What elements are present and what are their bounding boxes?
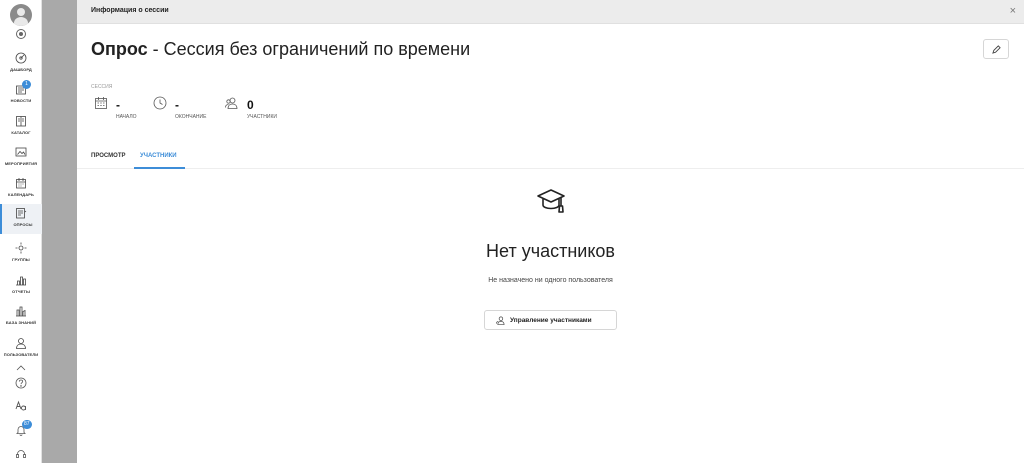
sidebar-item-label: Опросы xyxy=(13,222,33,227)
close-icon[interactable]: × xyxy=(1010,5,1016,17)
sidebar-item-label: Отчеты xyxy=(12,289,30,294)
active-tab-indicator xyxy=(134,167,185,169)
empty-state-title: Нет участников xyxy=(486,241,615,261)
session-section-label: Сессия xyxy=(91,84,113,90)
knowledge-base-icon xyxy=(15,305,27,317)
tab-preview[interactable]: Просмотр xyxy=(91,153,126,159)
translate-icon[interactable] xyxy=(15,400,27,412)
sidebar: Дашборд 1 Новости Каталог Мероприятия Ка… xyxy=(0,0,42,463)
sidebar-item-label: Группы xyxy=(12,257,30,262)
sidebar-item-news[interactable]: 1 Новости xyxy=(0,80,42,110)
panel-title: Информация о сессии xyxy=(91,7,169,14)
sidebar-item-events[interactable]: Мероприятия xyxy=(0,143,42,173)
graduation-cap-icon xyxy=(536,187,566,219)
sidebar-item-label: База знаний xyxy=(5,320,37,325)
tab-bar: Просмотр Участники xyxy=(77,146,1024,169)
session-info-panel: Информация о сессии × Опрос - Сессия без… xyxy=(77,0,1024,463)
notifications-bell-icon[interactable]: 87 xyxy=(15,420,32,436)
users-icon xyxy=(15,337,27,349)
panel-header: Информация о сессии × xyxy=(77,0,1024,24)
calendar-icon xyxy=(15,177,27,189)
tab-participants[interactable]: Участники xyxy=(140,153,177,159)
user-avatar[interactable] xyxy=(10,4,32,26)
sidebar-item-catalog[interactable]: Каталог xyxy=(0,112,42,142)
news-badge: 1 xyxy=(22,80,31,89)
sidebar-item-reports[interactable]: Отчеты xyxy=(0,271,42,301)
page-title: Опрос - Сессия без ограничений по времен… xyxy=(91,39,470,60)
stat-end-label: Окончание xyxy=(175,114,207,120)
sidebar-item-label: Дашборд xyxy=(10,67,32,72)
reports-icon xyxy=(15,274,27,286)
sidebar-item-surveys[interactable]: Опросы xyxy=(0,204,42,234)
stat-end-value: - xyxy=(175,98,179,112)
sidebar-item-calendar[interactable]: Календарь xyxy=(0,174,42,204)
sidebar-item-groups[interactable]: Группы xyxy=(0,239,42,269)
empty-state-subtitle: Не назначено ни одного пользователя xyxy=(488,277,613,284)
surveys-icon xyxy=(15,207,27,219)
manage-participants-button[interactable]: Управление участниками xyxy=(484,310,617,330)
support-headset-icon[interactable] xyxy=(15,448,27,460)
sidebar-item-users[interactable]: Пользователи xyxy=(0,334,42,364)
catalog-icon xyxy=(15,115,27,127)
users-icon xyxy=(225,96,239,110)
sidebar-item-label: Мероприятия xyxy=(4,161,38,166)
events-icon xyxy=(15,146,27,158)
calendar-icon xyxy=(94,96,108,110)
stat-participants-label: Участники xyxy=(247,114,277,120)
stat-start-label: Начало xyxy=(116,114,137,120)
dashboard-icon xyxy=(15,52,27,64)
help-icon[interactable] xyxy=(15,377,27,389)
sidebar-item-label: Пользователи xyxy=(3,352,39,357)
sidebar-item-label: Календарь xyxy=(8,192,34,197)
sidebar-item-label: Новости xyxy=(10,98,32,103)
collapse-chevron-icon[interactable] xyxy=(15,362,27,374)
stat-start-value: - xyxy=(116,98,120,112)
sidebar-item-label: Каталог xyxy=(11,130,31,135)
manage-participants-label: Управление участниками xyxy=(510,317,592,324)
page-title-type: Опрос xyxy=(91,39,148,59)
groups-icon xyxy=(15,242,27,254)
stat-participants-value: 0 xyxy=(247,98,254,112)
clock-icon xyxy=(153,96,167,110)
notifications-badge: 87 xyxy=(22,420,32,429)
users-icon xyxy=(496,316,505,325)
status-dot-icon xyxy=(16,29,26,39)
sidebar-item-knowledge-base[interactable]: База знаний xyxy=(0,302,42,332)
page-title-name: - Сессия без ограничений по времени xyxy=(147,39,471,59)
edit-button[interactable] xyxy=(983,39,1009,59)
sidebar-item-dashboard[interactable]: Дашборд xyxy=(0,49,42,79)
pencil-icon xyxy=(992,45,1001,54)
